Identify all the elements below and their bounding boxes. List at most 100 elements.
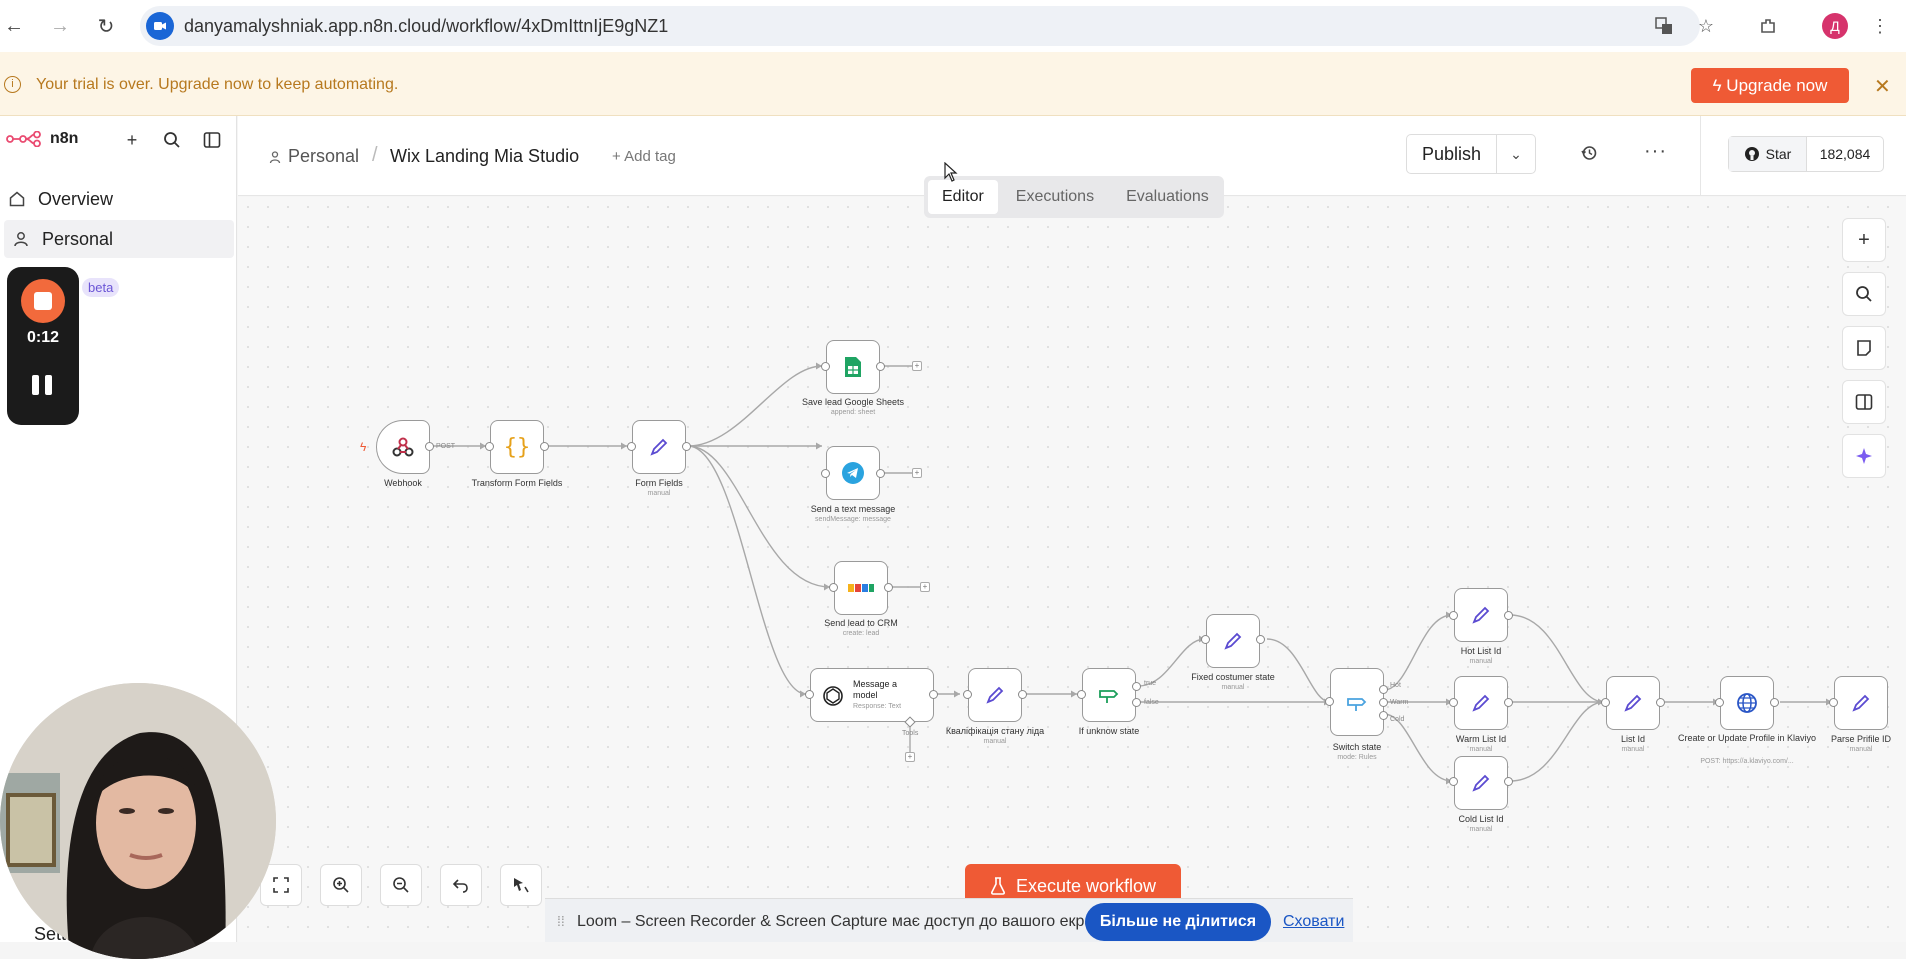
sidebar-item-overview[interactable]: Overview [0,180,230,218]
add-node-icon[interactable]: + [1842,218,1886,262]
google-sheets-node[interactable] [826,340,880,394]
workflow-name[interactable]: Wix Landing Mia Studio [390,146,579,167]
node-input-port[interactable] [1325,697,1334,706]
n8n-logo[interactable]: n8n [6,130,78,148]
webcam-bubble[interactable] [0,683,276,959]
node-input-port[interactable] [1449,698,1458,707]
publish-button[interactable]: Publish [1407,135,1497,173]
zoom-in-icon[interactable] [320,864,362,906]
site-camera-icon[interactable] [146,12,174,40]
parse-profile-id-node[interactable] [1834,676,1888,730]
node-input-port[interactable] [829,583,838,592]
tab-executions[interactable]: Executions [1002,180,1108,214]
list-id-node[interactable] [1606,676,1660,730]
node-output-port[interactable] [540,442,549,451]
github-star[interactable]: Star [1729,137,1807,171]
switch-state-node[interactable] [1330,668,1384,736]
message-a-model-node[interactable]: Message a model Response: Text [810,668,934,722]
tab-evaluations[interactable]: Evaluations [1112,180,1223,214]
stop-sharing-button[interactable]: Більше не ділитися [1085,903,1271,941]
node-output-port[interactable] [876,362,885,371]
node-input-port[interactable] [627,442,636,451]
node-output-port[interactable] [884,583,893,592]
workflow-canvas[interactable] [238,197,1906,942]
node-output-port[interactable] [425,442,434,451]
form-fields-node[interactable] [632,420,686,474]
profile-avatar[interactable]: Д [1822,13,1848,39]
klaviyo-http-node[interactable] [1720,676,1774,730]
node-output-port-hot[interactable] [1379,685,1388,694]
node-output-port[interactable] [682,442,691,451]
qualify-lead-node[interactable] [968,668,1022,722]
forward-icon[interactable]: → [46,12,74,40]
transform-form-fields-node[interactable]: {} [490,420,544,474]
sidebar-item-personal[interactable]: Personal [4,220,234,258]
node-output-port[interactable] [1504,777,1513,786]
add-tag-button[interactable]: + Add tag [612,148,676,165]
node-input-port[interactable] [1201,635,1210,644]
add-icon[interactable]: + [120,128,144,152]
node-output-port[interactable] [1018,690,1027,699]
upgrade-button[interactable]: ϟ Upgrade now [1691,68,1849,103]
node-input-port[interactable] [1449,611,1458,620]
extensions-icon[interactable] [1754,12,1782,40]
node-output-port-true[interactable] [1132,682,1141,691]
reload-icon[interactable]: ↻ [92,12,120,40]
if-unknow-state-node[interactable] [1082,668,1136,722]
tidy-up-icon[interactable] [500,864,542,906]
collapse-sidebar-icon[interactable] [200,128,224,152]
undo-icon[interactable] [440,864,482,906]
pause-icon[interactable] [29,371,57,399]
cold-list-id-node[interactable] [1454,756,1508,810]
node-output-port-cold[interactable] [1379,711,1388,720]
node-input-port[interactable] [805,690,814,699]
sticky-note-icon[interactable] [1842,326,1886,370]
add-node-plus[interactable]: + [920,582,930,592]
history-icon[interactable] [1580,144,1598,167]
webhook-node[interactable] [376,420,430,474]
zoom-out-icon[interactable] [380,864,422,906]
add-tool-plus[interactable]: + [905,752,915,762]
back-icon[interactable]: ← [0,12,28,40]
bookmark-star-icon[interactable]: ☆ [1692,12,1720,40]
node-input-port[interactable] [1715,698,1724,707]
add-node-plus[interactable]: + [912,468,922,478]
node-output-port[interactable] [1504,698,1513,707]
node-output-port-warm[interactable] [1379,698,1388,707]
node-input-port[interactable] [1449,777,1458,786]
telegram-node[interactable] [826,446,880,500]
drag-handle-icon[interactable]: ⁞⁞ [557,913,565,929]
node-input-port[interactable] [821,362,830,371]
node-input-port[interactable] [963,690,972,699]
node-input-port[interactable] [1829,698,1838,707]
node-output-port-false[interactable] [1132,698,1141,707]
translate-icon[interactable] [1650,12,1678,40]
stop-recording-button[interactable] [21,279,65,323]
hide-link[interactable]: Сховати [1283,913,1344,931]
warm-list-id-node[interactable] [1454,676,1508,730]
ai-sparkle-icon[interactable] [1842,434,1886,478]
more-options-icon[interactable]: ··· [1644,140,1667,163]
panel-toggle-icon[interactable] [1842,380,1886,424]
node-output-port[interactable] [1656,698,1665,707]
breadcrumb-personal[interactable]: Personal [268,146,359,167]
add-node-plus[interactable]: + [912,361,922,371]
node-output-port[interactable] [1770,698,1779,707]
browser-menu-icon[interactable]: ⋮ [1866,12,1894,40]
search-icon[interactable] [160,128,184,152]
crm-node[interactable] [834,561,888,615]
node-output-port[interactable] [1256,635,1265,644]
node-input-port[interactable] [1077,690,1086,699]
node-output-port[interactable] [876,469,885,478]
node-output-port[interactable] [1504,611,1513,620]
search-nodes-icon[interactable] [1842,272,1886,316]
node-input-port[interactable] [821,469,830,478]
node-output-port[interactable] [929,690,938,699]
github-star-button[interactable]: Star 182,084 [1728,136,1884,172]
close-icon[interactable]: ✕ [1874,74,1891,99]
node-input-port[interactable] [485,442,494,451]
address-bar[interactable]: danyamalyshniak.app.n8n.cloud/workflow/4… [140,6,1700,46]
node-input-port[interactable] [1601,698,1610,707]
fixed-costumer-state-node[interactable] [1206,614,1260,668]
hot-list-id-node[interactable] [1454,588,1508,642]
